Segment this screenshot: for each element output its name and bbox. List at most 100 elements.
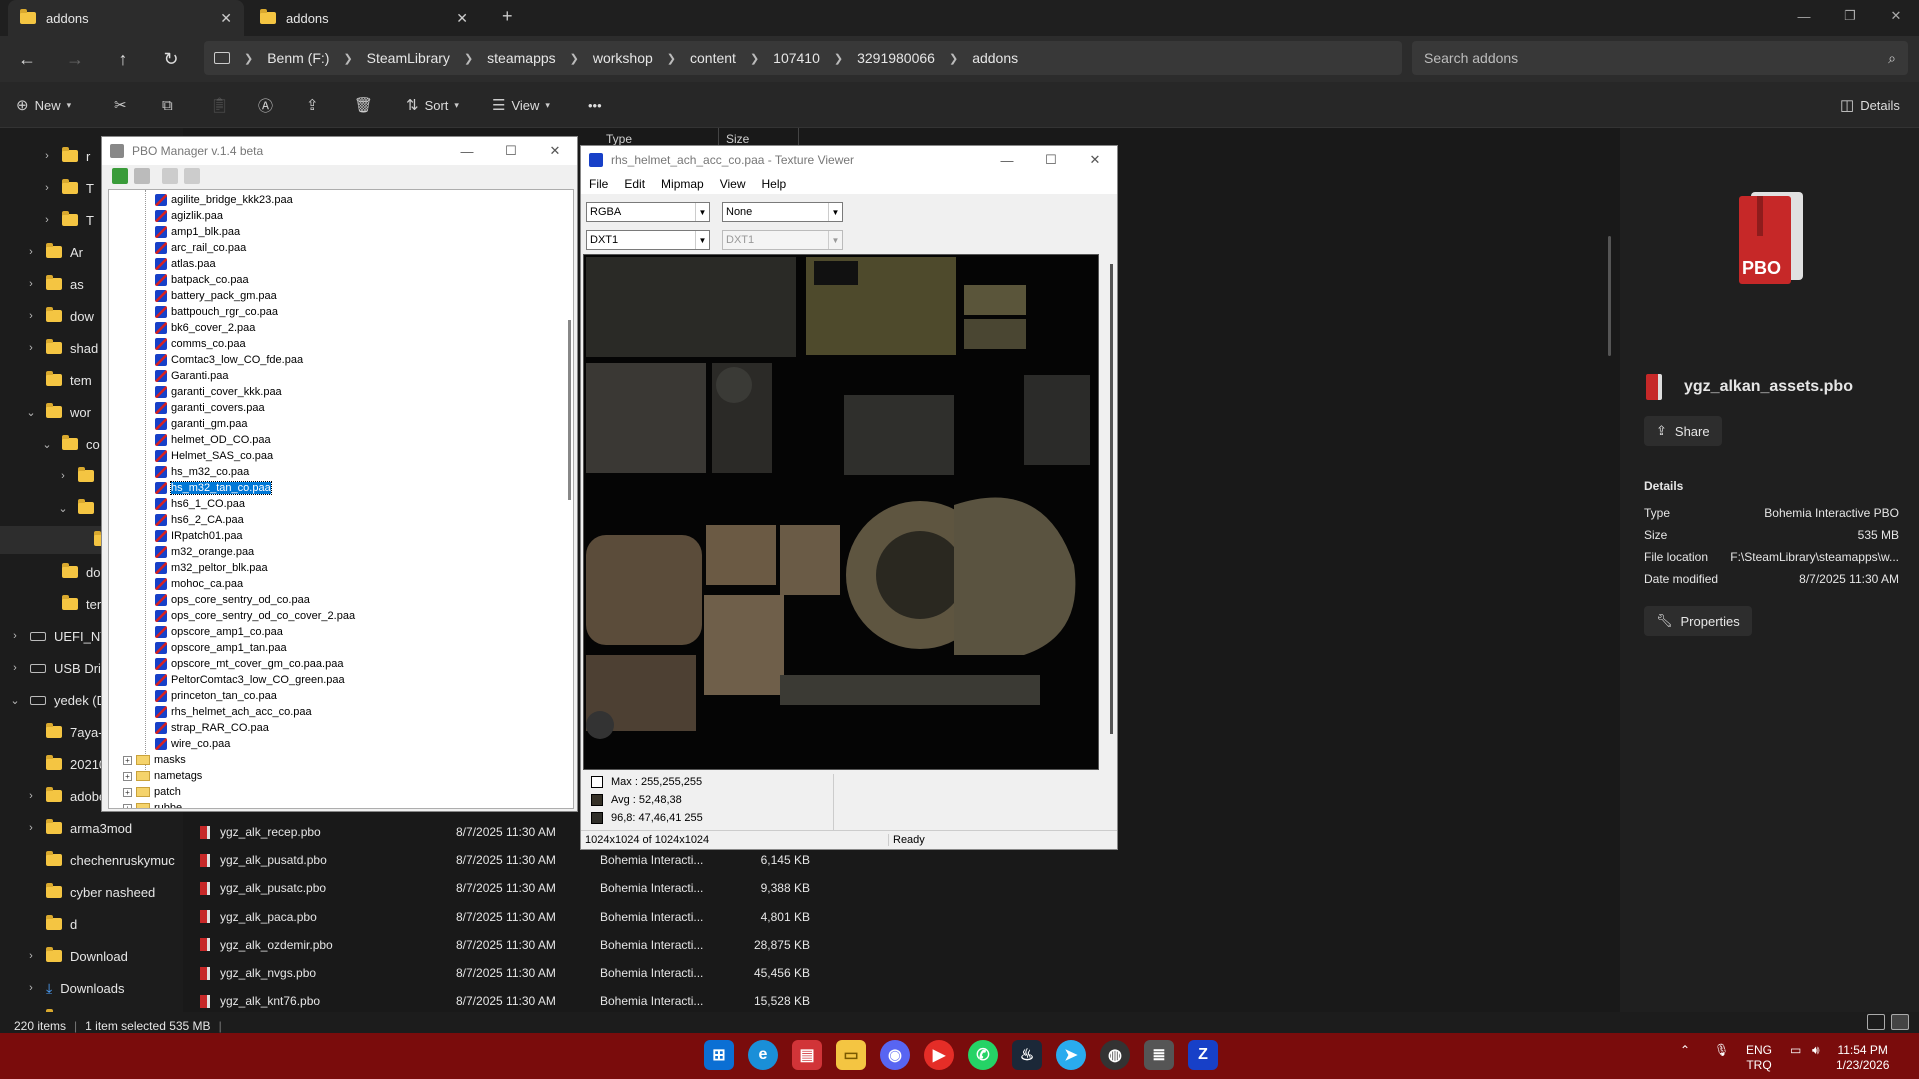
- pbo-title-bar[interactable]: PBO Manager v.1.4 beta — ☐ ✕: [102, 137, 577, 165]
- tree-file-item[interactable]: opscore_amp1_co.paa: [155, 624, 283, 640]
- tree-file-item[interactable]: mohoc_ca.paa: [155, 576, 243, 592]
- tree-file-item[interactable]: amp1_blk.paa: [155, 224, 240, 240]
- chevron-icon[interactable]: ⌄: [24, 406, 38, 419]
- chevron-icon[interactable]: ⌄: [40, 438, 54, 451]
- chevron-icon[interactable]: ›: [24, 278, 38, 290]
- lock-icon[interactable]: [184, 168, 200, 184]
- tree-file-item[interactable]: hs_m32_tan_co.paa: [155, 480, 272, 496]
- refresh-icon[interactable]: ↻: [156, 44, 186, 74]
- channel-select[interactable]: RGBA ▼: [586, 202, 710, 222]
- chevron-icon[interactable]: ›: [40, 150, 54, 162]
- clock[interactable]: 11:54 PM 1/23/2026: [1836, 1043, 1889, 1073]
- tiles-view-icon[interactable]: [1891, 1014, 1909, 1030]
- tree-file-item[interactable]: hs6_2_CA.paa: [155, 512, 244, 528]
- breadcrumb-item[interactable]: workshop: [593, 50, 653, 66]
- filter-select[interactable]: None ▼: [722, 202, 843, 222]
- tree-file-item[interactable]: atlas.paa: [155, 256, 216, 272]
- breadcrumb-item[interactable]: 3291980066: [857, 50, 935, 66]
- close-window-icon[interactable]: ✕: [1073, 146, 1117, 174]
- nav-item[interactable]: › arma3mod: [0, 814, 183, 842]
- delete-icon[interactable]: 🗑︎: [354, 92, 373, 118]
- chevron-icon[interactable]: ›: [24, 950, 38, 962]
- chevron-icon[interactable]: ›: [24, 310, 38, 322]
- tree-file-item[interactable]: garanti_gm.paa: [155, 416, 247, 432]
- start-icon[interactable]: ⊞: [704, 1040, 734, 1070]
- tree-file-item[interactable]: princeton_tan_co.paa: [155, 688, 277, 704]
- details-pane-button[interactable]: ◫ Details: [1840, 92, 1900, 118]
- paste-icon[interactable]: 📋︎: [210, 92, 229, 118]
- menu-help[interactable]: Help: [762, 177, 787, 191]
- chevron-icon[interactable]: ›: [8, 662, 22, 674]
- close-icon[interactable]: ✕: [456, 10, 468, 27]
- tray-chevron-icon[interactable]: ⌃: [1680, 1043, 1690, 1058]
- scrollbar[interactable]: [568, 320, 571, 500]
- menu-file[interactable]: File: [589, 177, 608, 191]
- properties-button[interactable]: 🔧︎ Properties: [1644, 606, 1752, 636]
- extract-icon[interactable]: [112, 168, 128, 184]
- tab-addons-1[interactable]: addons ✕: [8, 0, 244, 36]
- tree-file-item[interactable]: ops_core_sentry_od_co_cover_2.paa: [155, 608, 355, 624]
- texture-image[interactable]: [583, 254, 1099, 770]
- tree-file-item[interactable]: hs_m32_co.paa: [155, 464, 249, 480]
- language-indicator[interactable]: ENG TRQ: [1746, 1043, 1772, 1073]
- breadcrumb-item[interactable]: content: [690, 50, 736, 66]
- view-button[interactable]: ☰ View ▾: [492, 92, 550, 118]
- chevron-icon[interactable]: ⌄: [8, 694, 22, 707]
- tree-file-item[interactable]: garanti_covers.paa: [155, 400, 265, 416]
- share-icon[interactable]: ⇪: [306, 92, 319, 118]
- cut-icon[interactable]: ✂: [114, 92, 127, 118]
- chevron-icon[interactable]: ›: [24, 982, 38, 994]
- details-view-icon[interactable]: [1867, 1014, 1885, 1030]
- expand-icon[interactable]: +: [123, 803, 132, 808]
- tree-file-item[interactable]: rhs_helmet_ach_acc_co.paa: [155, 704, 312, 720]
- share-button[interactable]: ⇪ Share: [1644, 416, 1722, 446]
- telegram-icon[interactable]: ➤: [1056, 1040, 1086, 1070]
- tree-file-item[interactable]: agizlik.paa: [155, 208, 223, 224]
- chevron-icon[interactable]: ›: [56, 470, 70, 482]
- menu-mipmap[interactable]: Mipmap: [661, 177, 704, 191]
- tab-addons-2[interactable]: addons ✕: [248, 0, 480, 36]
- breadcrumb-item[interactable]: SteamLibrary: [367, 50, 450, 66]
- tree-file-item[interactable]: helmet_OD_CO.paa: [155, 432, 271, 448]
- tree-file-item[interactable]: hs6_1_CO.paa: [155, 496, 245, 512]
- close-window-icon[interactable]: ✕: [533, 137, 577, 165]
- media-player-icon[interactable]: ▶: [924, 1040, 954, 1070]
- network-icon[interactable]: ▭: [1790, 1043, 1801, 1058]
- pbo-manager-icon[interactable]: Z: [1188, 1040, 1218, 1070]
- tree-file-item[interactable]: strap_RAR_CO.paa: [155, 720, 269, 736]
- steam-icon[interactable]: ♨: [1012, 1040, 1042, 1070]
- file-row[interactable]: ygz_alk_paca.pbo 8/7/2025 11:30 AM Bohemia…: [200, 903, 820, 931]
- chevron-icon[interactable]: ›: [24, 822, 38, 834]
- breadcrumb[interactable]: ❯ Benm (F:) ❯ SteamLibrary ❯ steamapps ❯…: [204, 41, 1402, 75]
- forward-arrow-icon[interactable]: →: [60, 44, 90, 74]
- file-row[interactable]: ygz_alk_ozdemir.pbo 8/7/2025 11:30 AM Bohe…: [200, 931, 820, 959]
- format-select[interactable]: DXT1 ▼: [586, 230, 710, 250]
- file-row[interactable]: ygz_alk_nvgs.pbo 8/7/2025 11:30 AM Bohemia…: [200, 959, 820, 987]
- whatsapp-icon[interactable]: ✆: [968, 1040, 998, 1070]
- chevron-icon[interactable]: ⌄: [56, 502, 70, 515]
- minimize-icon[interactable]: —: [445, 137, 489, 165]
- tree-file-item[interactable]: comms_co.paa: [155, 336, 246, 352]
- close-icon[interactable]: ✕: [220, 10, 232, 27]
- tree-file-item[interactable]: agilite_bridge_kkk23.paa: [155, 192, 293, 208]
- menu-view[interactable]: View: [720, 177, 746, 191]
- tree-file-item[interactable]: PeltorComtac3_low_CO_green.paa: [155, 672, 345, 688]
- new-tab-icon[interactable]: +: [502, 6, 513, 27]
- up-arrow-icon[interactable]: ↑: [108, 44, 138, 74]
- tree-file-item[interactable]: battery_pack_gm.paa: [155, 288, 277, 304]
- new-button[interactable]: ⊕ New ▾: [16, 92, 71, 118]
- app-icon[interactable]: ▤: [792, 1040, 822, 1070]
- nav-item[interactable]: d: [0, 910, 183, 938]
- delete-icon[interactable]: [134, 168, 150, 184]
- minimize-icon[interactable]: —: [1781, 0, 1827, 32]
- scrollbar[interactable]: [1608, 236, 1611, 356]
- expand-icon[interactable]: +: [123, 787, 132, 797]
- nav-item[interactable]: › ⤓ Downloads: [0, 974, 183, 1002]
- chevron-icon[interactable]: ›: [40, 182, 54, 194]
- more-options-button[interactable]: •••: [588, 92, 602, 118]
- maximize-icon[interactable]: ☐: [489, 137, 533, 165]
- nav-item[interactable]: cyber nasheed: [0, 878, 183, 906]
- breadcrumb-item[interactable]: 107410: [773, 50, 820, 66]
- scrollbar[interactable]: [1110, 264, 1113, 734]
- tree-folder-item[interactable]: + masks: [123, 752, 186, 768]
